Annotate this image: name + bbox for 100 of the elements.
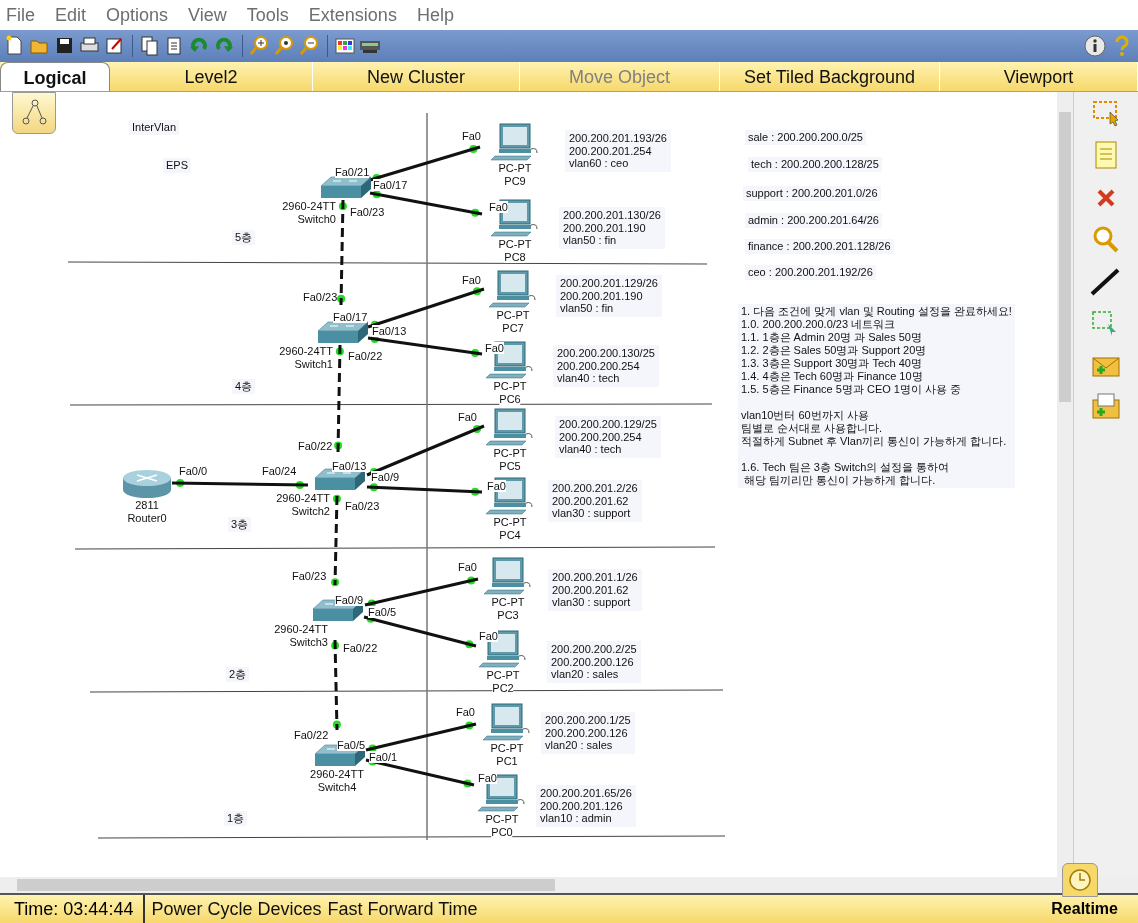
tab[interactable]: New Cluster xyxy=(313,62,520,91)
device-name-label: PC8 xyxy=(504,251,526,263)
link-light xyxy=(463,779,472,788)
clock-icon[interactable] xyxy=(1062,863,1098,897)
device-name-label: PC6 xyxy=(499,393,521,405)
menu-item[interactable]: Extensions xyxy=(308,4,407,26)
link-light xyxy=(471,208,480,217)
menu-item[interactable]: Tools xyxy=(246,4,299,26)
tab[interactable]: Level2 xyxy=(110,62,313,91)
scrollbar-thumb[interactable] xyxy=(17,879,555,891)
port-label: Fa0 xyxy=(485,342,504,354)
device-model-label: PC-PT xyxy=(485,813,519,825)
zoom-out-icon[interactable] xyxy=(299,35,321,57)
tab[interactable]: Set Tiled Background xyxy=(720,62,940,91)
link-light xyxy=(473,424,481,433)
status-button[interactable]: Power Cycle Devices xyxy=(145,898,322,920)
realtime-mode-label[interactable]: Realtime xyxy=(1051,900,1138,918)
note: sale : 200.200.200.0/25 xyxy=(745,130,866,145)
dashed-cable-line[interactable] xyxy=(336,344,342,453)
status-button[interactable]: Fast Forward Time xyxy=(321,898,478,920)
port-label: Fa0 xyxy=(489,201,508,213)
tab[interactable]: Viewport xyxy=(940,62,1138,91)
ip-note: 200.200.201.65/26 200.200.201.126 vlan10 : admin xyxy=(536,785,636,827)
menu-item[interactable]: Edit xyxy=(55,4,97,26)
device-model-label: 2960-24TT xyxy=(279,345,333,357)
tab[interactable]: Logical xyxy=(0,62,110,91)
cable-line[interactable] xyxy=(369,145,481,182)
device-name-label: Switch3 xyxy=(289,636,328,648)
port-label: Fa0/13 xyxy=(372,325,407,337)
device-model-label: 2960-24TT xyxy=(282,200,336,212)
note: 1. 다음 조건에 맞게 vlan 및 Routing 설정을 완료하세요! 1.0. 200.200.200.0/23 네트워크 1.1. 1층은 Admin 20명 과 Sales 50명 1.2. 2층은 Sales 50명과 Support 20명 1.3. 3층은 Support 30명과 Tech 40명 1.4. 4층은 Tech 60명과 Finance 10명 1.5. 5층은 Finance 5명과 CEO 1명이 사용 중 vlan10번터 60번까지 사용 팀별로 순서대로 사용합니다. 적절하게 Subnet 후 Vlan끼리 통신이 가능하게 합니다. 1.6. Tech 팀은 3층 Switch의 설정을 통하여 해당 팀끼리만 통신이 가능하게 합니다. xyxy=(738,304,1015,488)
port-label: Fa0/22 xyxy=(294,729,329,741)
pc-icon[interactable] xyxy=(482,703,530,741)
port-label: Fa0/24 xyxy=(262,465,297,477)
pc-icon[interactable] xyxy=(490,123,538,161)
link-light xyxy=(332,720,341,729)
cable-line[interactable] xyxy=(171,481,309,487)
copy-icon[interactable] xyxy=(139,35,161,57)
palette-icon[interactable] xyxy=(334,35,356,57)
device-name-label: PC3 xyxy=(497,609,519,621)
port-label: Fa0/9 xyxy=(371,471,400,483)
device-model-label: PC-PT xyxy=(493,516,527,528)
pc-icon[interactable] xyxy=(485,408,533,446)
device-model-label: PC-PT xyxy=(486,669,520,681)
info-icon[interactable] xyxy=(1083,34,1107,58)
menu-item[interactable]: Options xyxy=(106,4,179,26)
router-icon[interactable] xyxy=(123,470,171,498)
port-label: Fa0/5 xyxy=(368,606,397,618)
link-light xyxy=(467,576,476,585)
device-model-label: PC-PT xyxy=(493,447,527,459)
port-label: Fa0 xyxy=(462,130,481,142)
note: 1층 xyxy=(224,811,248,826)
port-label: Fa0/17 xyxy=(373,179,408,191)
pc-icon[interactable] xyxy=(488,270,536,308)
link-light xyxy=(331,641,340,650)
port-label: Fa0 xyxy=(458,411,477,423)
note: 2층 xyxy=(226,667,250,682)
ip-note: 200.200.200.130/25 200.200.200.254 vlan40 : tech xyxy=(553,345,659,387)
device-model-label: 2960-24TT xyxy=(274,623,328,635)
device-model-label: 2960-24TT xyxy=(276,492,330,504)
link-light xyxy=(335,347,344,356)
pc-icon[interactable] xyxy=(477,774,525,812)
port-label: Fa0/21 xyxy=(335,166,370,178)
switch-icon[interactable] xyxy=(317,321,369,343)
port-label: Fa0/5 xyxy=(337,739,366,751)
dashed-cable-line[interactable] xyxy=(333,639,339,731)
port-label: Fa0 xyxy=(479,630,498,642)
device-name-label: PC9 xyxy=(504,175,526,187)
port-label: Fa0 xyxy=(456,706,475,718)
cable-line[interactable] xyxy=(364,577,479,607)
switch-icon[interactable] xyxy=(314,468,366,490)
device-name-label: PC5 xyxy=(499,460,521,472)
dashed-cable-line[interactable] xyxy=(333,495,339,586)
note: 4층 xyxy=(232,379,256,394)
cable-line[interactable] xyxy=(367,287,485,329)
ip-note: 200.200.201.193/26 200.200.201.254 vlan60 : ceo xyxy=(565,130,671,172)
logical-view-button[interactable] xyxy=(12,92,56,134)
cable-line[interactable] xyxy=(365,722,477,752)
link-light xyxy=(337,294,346,303)
dashed-cable-line[interactable] xyxy=(339,199,345,306)
vertical-scrollbar[interactable] xyxy=(1057,92,1073,877)
menu-item[interactable]: View xyxy=(188,4,237,26)
port-label: Fa0/0 xyxy=(179,465,208,477)
zoom-reset-icon[interactable] xyxy=(274,35,296,57)
port-label: Fa0/22 xyxy=(298,440,333,452)
horizontal-scrollbar[interactable] xyxy=(0,877,1138,893)
note: support : 200.200.201.0/26 xyxy=(743,186,881,201)
cable-line[interactable] xyxy=(366,485,483,494)
menu-item[interactable]: Help xyxy=(416,4,464,26)
switch-icon[interactable] xyxy=(320,176,372,198)
device-model-label: PC-PT xyxy=(496,309,530,321)
link-light xyxy=(369,483,378,492)
device-model-label: 2811 xyxy=(135,499,159,511)
zoom-in-icon[interactable] xyxy=(249,35,271,57)
device-name-label: PC0 xyxy=(491,826,513,838)
scrollbar-thumb[interactable] xyxy=(1059,112,1071,402)
link-light xyxy=(465,721,474,730)
pc-icon[interactable] xyxy=(483,557,531,595)
link-light xyxy=(334,441,343,450)
menu-item[interactable]: File xyxy=(6,4,45,26)
